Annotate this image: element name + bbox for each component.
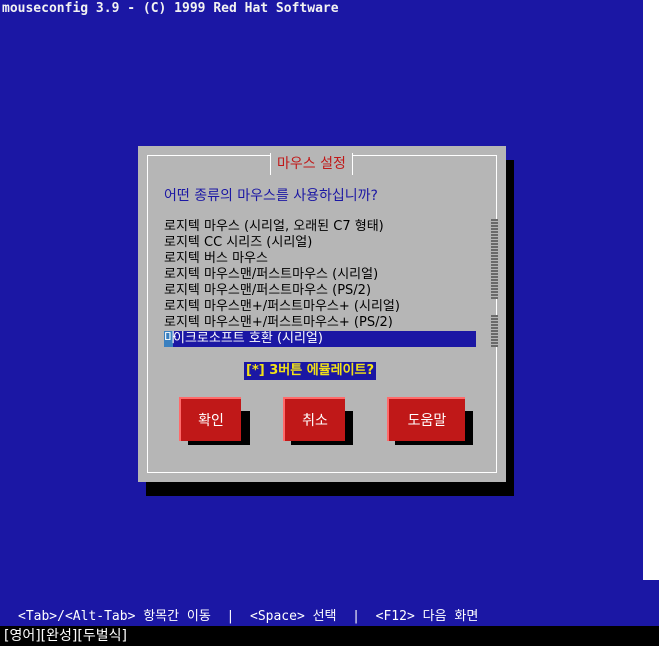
mouse-type-list[interactable]: 로지텍 마우스 (시리얼, 오래된 C7 형태) 로지텍 CC 시리즈 (시리얼… (164, 219, 476, 347)
mouse-type-question: 어떤 종류의 마우스를 사용하십니까? (164, 188, 378, 204)
list-item[interactable]: 로지텍 마우스맨/퍼스트마우스 (시리얼) (164, 267, 476, 283)
list-scrollbar[interactable] (491, 219, 498, 347)
right-edge-strip (643, 0, 659, 646)
list-item-selected-label: 이크로소프트 호환 (시리얼) (173, 331, 323, 346)
scrollbar-thumb[interactable] (491, 315, 498, 347)
right-edge-bar (643, 580, 659, 626)
app-title: mouseconfig 3.9 - (C) 1999 Red Hat Softw… (2, 1, 339, 16)
list-item[interactable]: 로지텍 마우스 (시리얼, 오래된 C7 형태) (164, 219, 476, 235)
list-cursor: 마 (164, 331, 176, 347)
list-item-selected[interactable]: 마이크로소프트 호환 (시리얼) (164, 331, 476, 347)
list-item[interactable]: 로지텍 마우스맨+/퍼스트마우스+ (PS/2) (164, 315, 476, 331)
three-button-emulation-checkbox[interactable]: [*] 3버튼 에뮬레이트? (244, 362, 377, 380)
help-button[interactable]: 도움말 (387, 397, 465, 441)
scrollbar-track[interactable] (491, 219, 498, 299)
dialog-frame: 마우스 설정 어떤 종류의 마우스를 사용하십니까? 로지텍 마우스 (시리얼,… (147, 153, 498, 473)
cancel-button[interactable]: 취소 (283, 397, 345, 441)
mouse-config-dialog: 마우스 설정 어떤 종류의 마우스를 사용하십니까? 로지텍 마우스 (시리얼,… (138, 146, 506, 482)
key-hint-bar: <Tab>/<Alt-Tab> 항목간 이동 | <Space> 선택 | <F… (18, 609, 479, 624)
list-item[interactable]: 로지텍 버스 마우스 (164, 251, 476, 267)
list-item[interactable]: 로지텍 마우스맨+/퍼스트마우스+ (시리얼) (164, 299, 476, 315)
ok-button[interactable]: 확인 (179, 397, 241, 441)
list-item[interactable]: 로지텍 CC 시리즈 (시리얼) (164, 235, 476, 251)
ime-status-bar: [영어][완성][두벌식] (0, 626, 659, 646)
dialog-title: 마우스 설정 (270, 153, 353, 175)
list-item[interactable]: 로지텍 마우스맨/퍼스트마우스 (PS/2) (164, 283, 476, 299)
